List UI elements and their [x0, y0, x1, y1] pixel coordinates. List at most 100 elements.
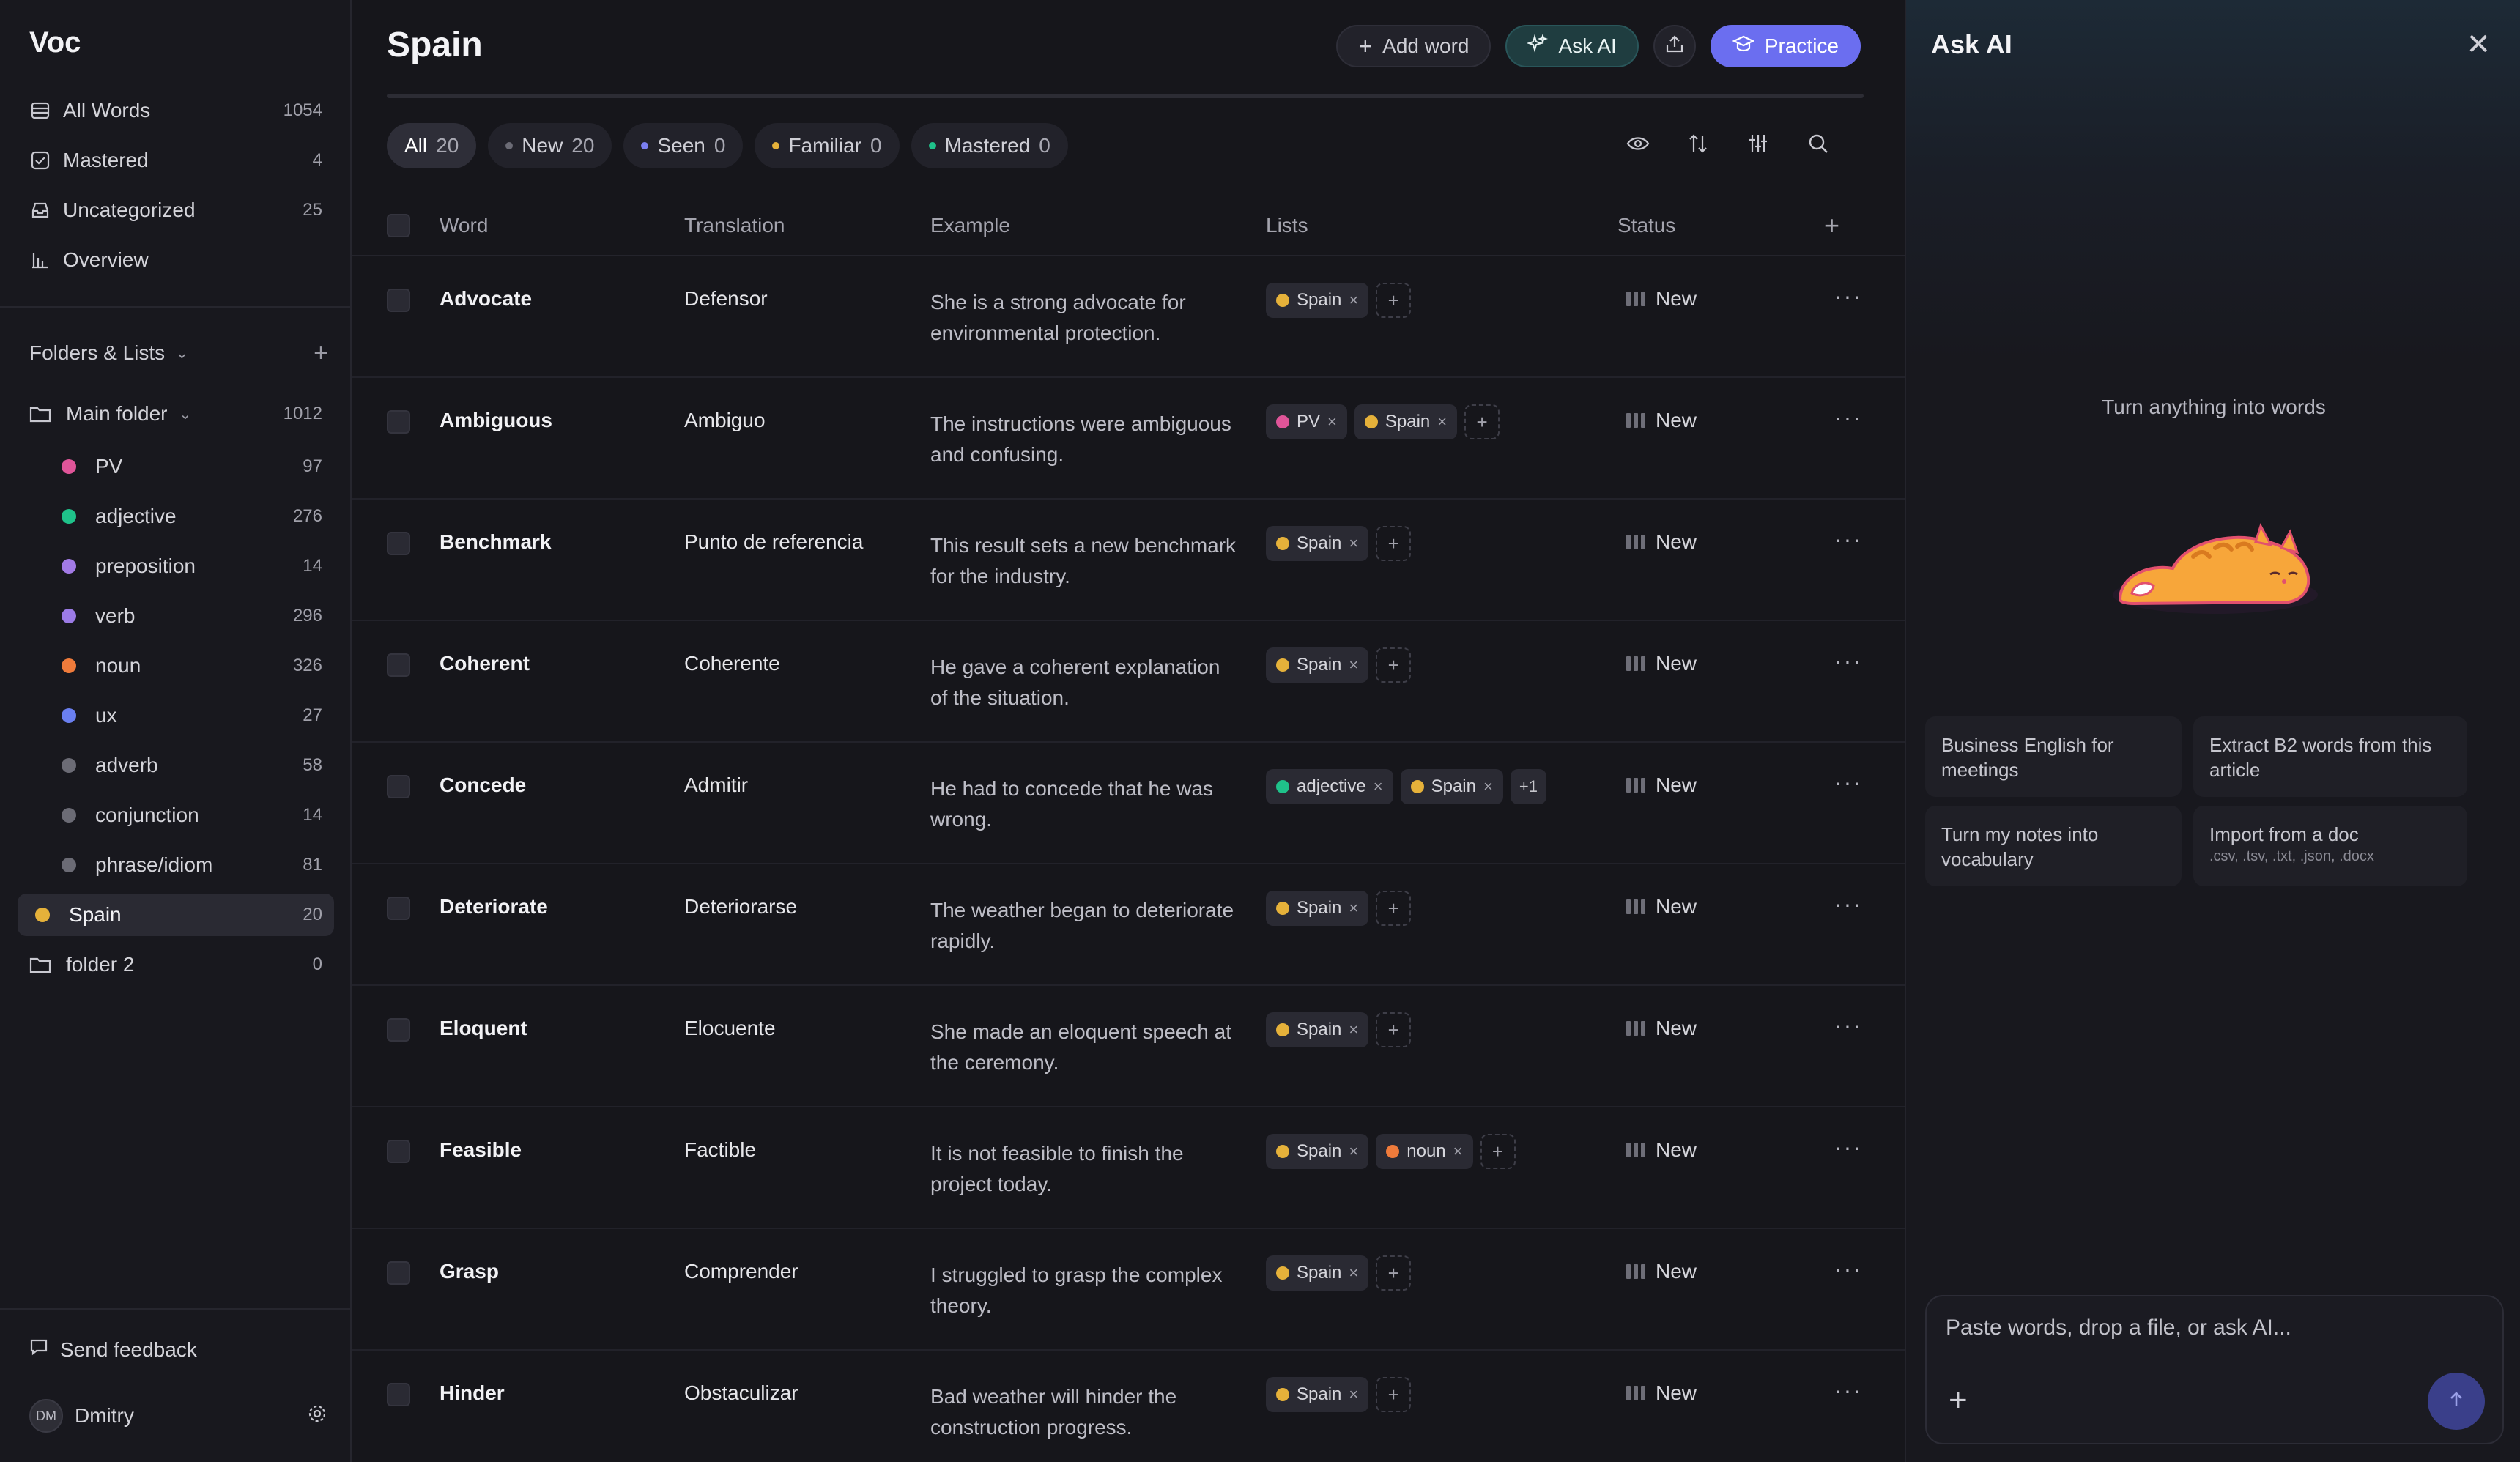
column-status[interactable]: Status — [1617, 214, 1675, 237]
ai-input[interactable]: Paste words, drop a file, or ask AI... — [1946, 1316, 2291, 1340]
export-button[interactable] — [1653, 25, 1696, 67]
more-options-icon[interactable]: ··· — [1834, 647, 1862, 675]
row-status[interactable]: New — [1626, 287, 1697, 311]
row-checkbox[interactable] — [387, 653, 410, 677]
list-tag[interactable]: Spain × — [1266, 283, 1369, 318]
list-tag[interactable]: Spain × — [1400, 769, 1503, 804]
more-options-icon[interactable]: ··· — [1834, 891, 1862, 918]
list-tag[interactable]: PV × — [1266, 404, 1347, 439]
list-tag[interactable]: Spain × — [1266, 647, 1369, 683]
suggestion-business-english[interactable]: Business English for meetings — [1925, 716, 2182, 797]
table-row[interactable]: Eloquent Elocuente She made an eloquent … — [352, 986, 1905, 1107]
table-row[interactable]: Coherent Coherente He gave a coherent ex… — [352, 621, 1905, 743]
list-item-conjunction[interactable]: conjunction 14 — [18, 794, 334, 836]
table-row[interactable]: Hinder Obstaculizar Bad weather will hin… — [352, 1351, 1905, 1462]
attach-plus-icon[interactable]: + — [1949, 1384, 1968, 1417]
table-row[interactable]: Advocate Defensor She is a strong advoca… — [352, 256, 1905, 378]
eye-icon[interactable] — [1625, 130, 1651, 157]
row-checkbox[interactable] — [387, 410, 410, 434]
table-row[interactable]: Grasp Comprender I struggled to grasp th… — [352, 1229, 1905, 1351]
filter-sliders-icon[interactable] — [1745, 130, 1771, 157]
list-item-pv[interactable]: PV 97 — [18, 445, 334, 488]
chevron-down-icon[interactable]: ⌄ — [175, 344, 188, 363]
more-options-icon[interactable]: ··· — [1834, 1377, 1862, 1404]
more-options-icon[interactable]: ··· — [1834, 769, 1862, 796]
select-all-checkbox[interactable] — [387, 214, 410, 237]
list-item-adjective[interactable]: adjective 276 — [18, 495, 334, 538]
list-tag[interactable]: Spain × — [1266, 1377, 1369, 1412]
more-options-icon[interactable]: ··· — [1834, 404, 1862, 431]
remove-tag-icon[interactable]: × — [1483, 777, 1493, 796]
nav-uncategorized[interactable]: Uncategorized 25 — [18, 189, 334, 231]
list-tag[interactable]: Spain × — [1266, 1012, 1369, 1047]
send-button[interactable] — [2428, 1373, 2485, 1430]
add-tag-button[interactable]: + — [1376, 647, 1412, 683]
row-checkbox[interactable] — [387, 1018, 410, 1042]
remove-tag-icon[interactable]: × — [1349, 1264, 1358, 1283]
list-item-spain[interactable]: Spain 20 — [18, 894, 334, 936]
more-options-icon[interactable]: ··· — [1834, 1255, 1862, 1283]
suggestion-extract-b2[interactable]: Extract B2 words from this article — [2193, 716, 2467, 797]
remove-tag-icon[interactable]: × — [1349, 1142, 1358, 1161]
table-row[interactable]: Deteriorate Deteriorarse The weather beg… — [352, 864, 1905, 986]
remove-tag-icon[interactable]: × — [1349, 291, 1358, 310]
row-checkbox[interactable] — [387, 897, 410, 920]
folder-2[interactable]: folder 2 0 — [18, 943, 334, 986]
row-checkbox[interactable] — [387, 289, 410, 312]
table-row[interactable]: Feasible Factible It is not feasible to … — [352, 1107, 1905, 1229]
row-status[interactable]: New — [1626, 1017, 1697, 1040]
practice-button[interactable]: Practice — [1710, 25, 1861, 67]
list-tag[interactable]: Spain × — [1266, 1255, 1369, 1291]
folders-header[interactable]: Folders & Lists ⌄ + — [29, 338, 328, 368]
list-item-phrase-idiom[interactable]: phrase/idiom 81 — [18, 844, 334, 886]
add-tag-button[interactable]: + — [1376, 891, 1412, 926]
remove-tag-icon[interactable]: × — [1349, 656, 1358, 675]
table-row[interactable]: Concede Admitir He had to concede that h… — [352, 743, 1905, 864]
suggestion-import-doc[interactable]: Import from a doc .csv, .tsv, .txt, .jso… — [2193, 806, 2467, 886]
remove-tag-icon[interactable]: × — [1437, 412, 1447, 431]
row-status[interactable]: New — [1626, 652, 1697, 675]
add-tag-button[interactable]: + — [1376, 1377, 1412, 1412]
column-example[interactable]: Example — [930, 214, 1010, 237]
column-translation[interactable]: Translation — [684, 214, 785, 237]
list-item-ux[interactable]: ux 27 — [18, 694, 334, 737]
more-options-icon[interactable]: ··· — [1834, 283, 1862, 310]
row-checkbox[interactable] — [387, 1140, 410, 1163]
close-icon[interactable]: ✕ — [2466, 28, 2491, 62]
add-column-icon[interactable]: + — [1824, 210, 1839, 241]
row-checkbox[interactable] — [387, 532, 410, 555]
more-options-icon[interactable]: ··· — [1834, 526, 1862, 553]
row-status[interactable]: New — [1626, 895, 1697, 919]
remove-tag-icon[interactable]: × — [1349, 1385, 1358, 1404]
list-tag[interactable]: Spain × — [1266, 891, 1369, 926]
list-item-preposition[interactable]: preposition 14 — [18, 545, 334, 587]
column-lists[interactable]: Lists — [1266, 214, 1308, 237]
list-item-verb[interactable]: verb 296 — [18, 595, 334, 637]
filter-new[interactable]: New 20 — [488, 123, 612, 168]
column-word[interactable]: Word — [440, 214, 488, 237]
user-profile[interactable]: DM Dmitry — [29, 1399, 328, 1433]
folder-main[interactable]: Main folder ⌄ 1012 — [18, 393, 334, 435]
nav-all-words[interactable]: All Words 1054 — [18, 89, 334, 132]
sort-icon[interactable] — [1685, 130, 1711, 157]
nav-mastered[interactable]: Mastered 4 — [18, 139, 334, 182]
add-tag-button[interactable]: + — [1480, 1134, 1516, 1169]
row-status[interactable]: New — [1626, 409, 1697, 432]
ask-ai-button[interactable]: Ask AI — [1505, 25, 1639, 67]
table-row[interactable]: Ambiguous Ambiguo The instructions were … — [352, 378, 1905, 500]
remove-tag-icon[interactable]: × — [1327, 412, 1337, 431]
more-options-icon[interactable]: ··· — [1834, 1012, 1862, 1039]
gear-icon[interactable] — [306, 1403, 328, 1430]
nav-overview[interactable]: Overview — [18, 239, 334, 281]
remove-tag-icon[interactable]: × — [1374, 777, 1383, 796]
ai-composer[interactable]: Paste words, drop a file, or ask AI... + — [1925, 1295, 2504, 1444]
remove-tag-icon[interactable]: × — [1453, 1142, 1463, 1161]
chevron-down-icon[interactable]: ⌄ — [179, 405, 192, 423]
filter-all[interactable]: All 20 — [387, 123, 477, 168]
add-tag-button[interactable]: + — [1376, 526, 1412, 561]
list-tag[interactable]: Spain × — [1354, 404, 1458, 439]
row-status[interactable]: New — [1626, 530, 1697, 554]
suggestion-notes-vocabulary[interactable]: Turn my notes into vocabulary — [1925, 806, 2182, 886]
add-tag-button[interactable]: + — [1464, 404, 1500, 439]
row-status[interactable]: New — [1626, 1260, 1697, 1283]
